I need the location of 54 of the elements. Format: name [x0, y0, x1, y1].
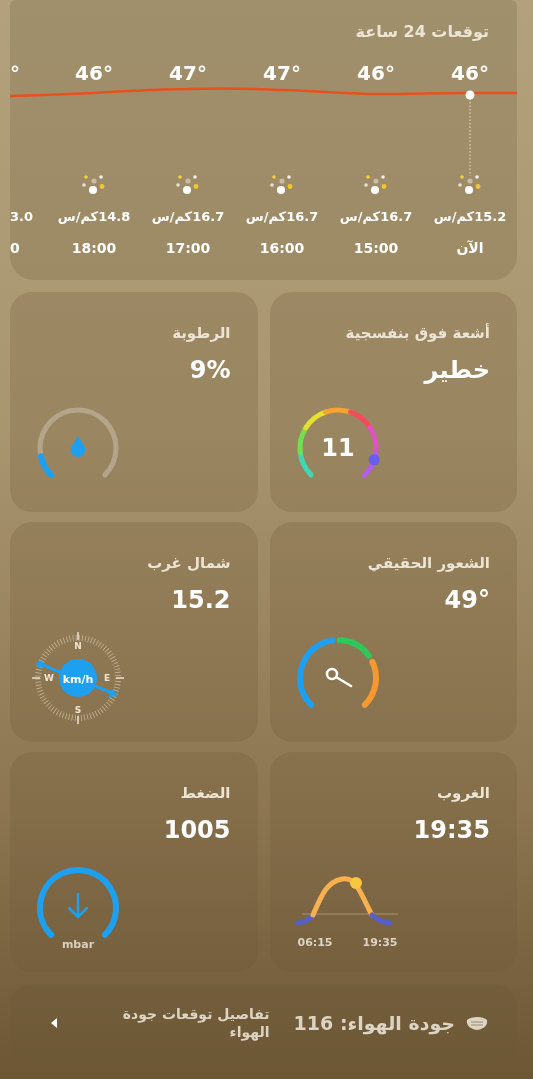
temperature-label: 47° [169, 60, 207, 87]
compass-letter: S [74, 705, 82, 715]
hour-label: 0 [10, 240, 20, 256]
temperature-label: 46° [75, 60, 113, 87]
card-value: خطير [424, 356, 490, 384]
unit-label: mbar [61, 938, 95, 951]
gauge-fill [37, 453, 55, 478]
hour-label: 15:00 [353, 240, 399, 256]
temperature-label: ° [10, 60, 20, 87]
wind-speed: 14.8كم/س [57, 209, 131, 224]
uv-index: 11 [320, 434, 355, 462]
card-title: الشعور الحقيقي [367, 554, 490, 572]
temperature-label: 47° [263, 60, 301, 87]
wind-speed: 16.7كم/س [339, 209, 413, 224]
drop-icon [71, 436, 85, 457]
needle-icon [325, 667, 352, 688]
weather-icon [363, 174, 389, 196]
compass-letter: W [44, 673, 54, 683]
air-quality-label: جودة الهواء: 116 [293, 1012, 455, 1034]
sun-time: 06:15 [297, 936, 333, 949]
card-value: 49° [444, 586, 490, 614]
compass-letter: N [74, 641, 82, 651]
card-value: 19:35 [413, 816, 490, 844]
caret-icon [50, 1017, 58, 1029]
unit-label: km/h [62, 673, 94, 686]
weather-icon [175, 174, 201, 196]
temperature-label: 46° [451, 60, 489, 87]
arrow-down-icon [67, 892, 89, 919]
temperature-label: 46° [357, 60, 395, 87]
card-value: 15.2 [171, 586, 231, 614]
card-title: أشعة فوق بنفسجية [345, 324, 490, 342]
hour-label: 16:00 [259, 240, 305, 256]
wind-speed: 16.7كم/س [245, 209, 319, 224]
compass-letter: E [103, 673, 111, 683]
hour-label: 17:00 [165, 240, 211, 256]
wind-speed: 15.2كم/س [433, 209, 507, 224]
card-value: 9% [189, 356, 231, 384]
speed-badge [59, 659, 97, 697]
forecast-title: توقعات 24 ساعة [354, 21, 490, 42]
card-title: الرطوبة [172, 324, 231, 342]
wind-speed: 16.7كم/س [151, 209, 225, 224]
card-value: 1005 [163, 816, 231, 844]
details-link[interactable]: تفاصيل توقعات جودة الهواء [99, 1004, 270, 1042]
sun-time: 19:35 [362, 936, 398, 949]
weather-icon [269, 174, 295, 196]
wind-speed: 3.0 [10, 209, 34, 224]
weather-icon [81, 174, 107, 196]
weather-icon [457, 174, 483, 196]
card-title: شمال غرب [147, 554, 231, 572]
hour-label: الآن [456, 240, 484, 256]
mask-icon [465, 1014, 489, 1032]
card-title: الضغط [180, 784, 231, 802]
card-title: الغروب [437, 784, 490, 802]
hour-label: 18:00 [71, 240, 117, 256]
